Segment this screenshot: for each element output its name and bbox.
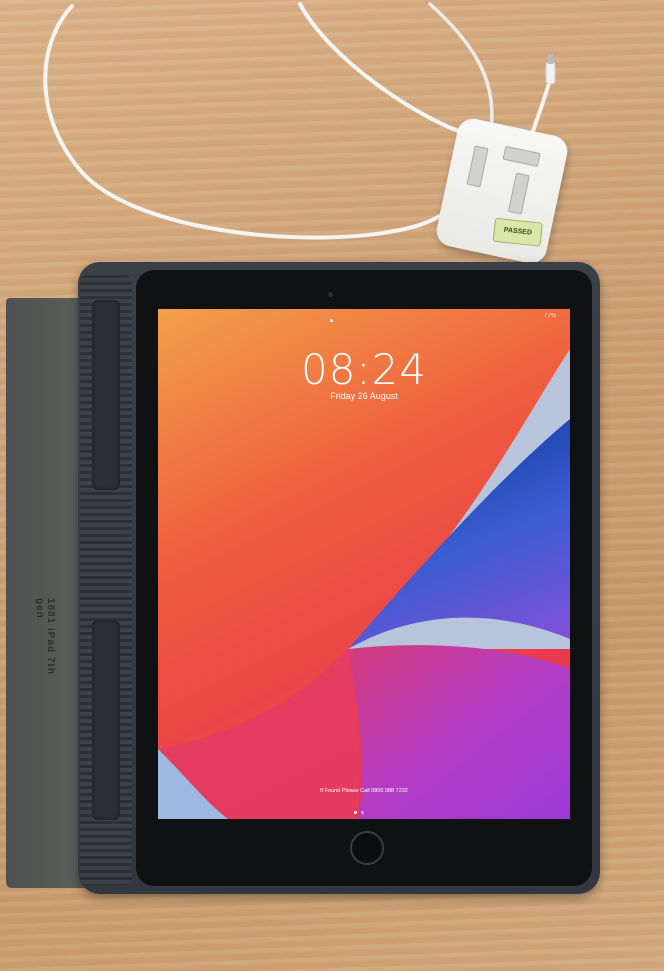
plug-pin [502, 145, 541, 167]
lock-screen[interactable]: 77% 08:24 Friday 26 August If Found Plea… [158, 309, 570, 819]
lock-screen-message: If Found Please Call 0800 088 7232 [320, 788, 408, 794]
status-dot [330, 319, 333, 322]
page-dot [354, 811, 357, 814]
lock-screen-time: 08:24 [300, 345, 428, 394]
plug-pin [507, 172, 530, 215]
lock-screen-date: Friday 26 August [330, 391, 398, 401]
camera-icon [328, 292, 333, 297]
battery-indicator: 77% [543, 313, 556, 319]
page-dot [361, 811, 364, 814]
pat-test-sticker: PASSED [492, 217, 543, 247]
home-button[interactable] [350, 831, 384, 865]
pencil-holder [92, 300, 120, 490]
page-indicator [352, 801, 376, 814]
pencil-holder [92, 620, 120, 820]
photo-scene: PASSED 1881 iPad 7th gen 77% 08:24 Frida… [0, 0, 664, 971]
cover-brand-text: 1881 iPad 7th gen [34, 598, 56, 675]
plug-pin [466, 145, 489, 188]
